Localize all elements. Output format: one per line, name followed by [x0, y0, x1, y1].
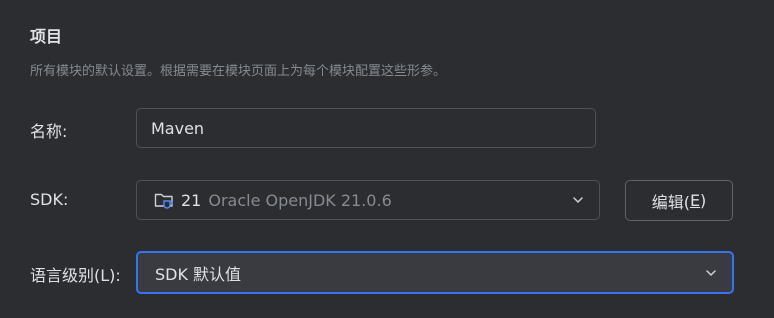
project-settings-panel: 项目 所有模块的默认设置。根据需要在模块页面上为每个模块配置这些形参。 名称: … — [0, 0, 774, 318]
edit-button-mnemonic: E — [689, 191, 701, 210]
sdk-version: 21 — [181, 190, 202, 210]
edit-button-prefix: 编辑( — [651, 192, 690, 212]
folder-coffee-icon — [153, 189, 175, 211]
section-title: 项目 — [30, 27, 63, 46]
sdk-label: SDK: — [30, 190, 69, 209]
chevron-down-icon — [706, 269, 716, 276]
language-level-label: 语言级别(L): — [30, 266, 121, 285]
chevron-down-icon — [573, 197, 583, 203]
name-label: 名称: — [30, 122, 68, 141]
edit-button-suffix: ) — [700, 191, 707, 210]
sdk-detail: Oracle OpenJDK 21.0.6 — [208, 190, 392, 210]
language-level-value: SDK 默认值 — [155, 264, 242, 284]
section-description: 所有模块的默认设置。根据需要在模块页面上为每个模块配置这些形参。 — [30, 64, 447, 79]
language-level-combobox[interactable]: SDK 默认值 — [136, 251, 734, 294]
edit-sdk-button[interactable]: 编辑(E) — [625, 180, 733, 221]
project-name-input[interactable] — [136, 108, 596, 148]
sdk-combobox[interactable]: 21 Oracle OpenJDK 21.0.6 — [136, 180, 600, 220]
